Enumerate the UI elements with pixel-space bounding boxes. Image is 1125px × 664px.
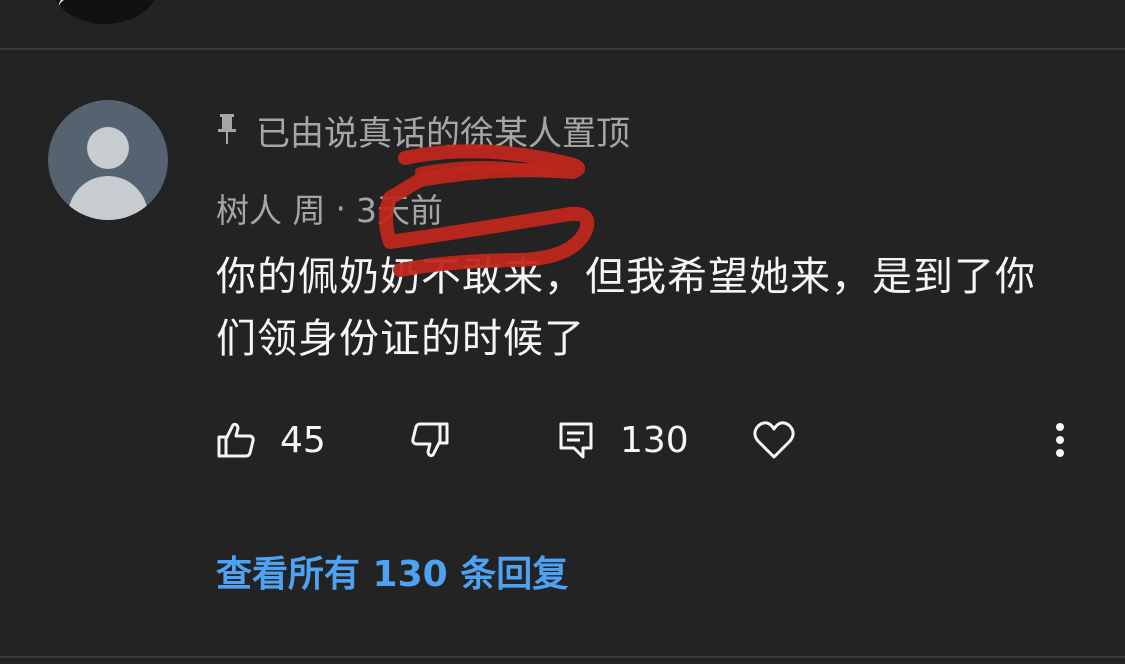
comment-actions: 45 130 — [216, 414, 1086, 466]
like-button[interactable]: 45 — [216, 414, 326, 466]
comment-text: 你的佩奶奶不敢来，但我希望她来，是到了你们领身份证的时候了 — [216, 254, 1036, 362]
thumbs-up-icon — [216, 420, 256, 460]
more-options-button[interactable] — [1054, 414, 1066, 466]
like-count: 45 — [280, 419, 326, 461]
reply-button[interactable]: 130 — [556, 414, 689, 466]
comment-meta: 树人 周 · 3天前 — [216, 184, 443, 232]
heart-icon — [752, 420, 796, 460]
pinned-label: 已由说真话的徐某人置顶 — [216, 108, 630, 154]
avatar-head-shape — [87, 127, 129, 169]
more-vertical-icon — [1054, 420, 1066, 460]
previous-comment-avatar[interactable] — [50, 0, 160, 24]
divider — [0, 48, 1125, 50]
view-replies-link[interactable]: 查看所有 130 条回复 — [216, 546, 568, 596]
pin-icon — [216, 113, 238, 147]
heart-button[interactable] — [752, 414, 796, 466]
divider — [0, 656, 1125, 658]
avatar-graphic — [55, 0, 151, 24]
pinned-text: 已由说真话的徐某人置顶 — [256, 113, 630, 154]
comment-author[interactable]: 树人 周 — [216, 184, 326, 232]
dislike-button[interactable] — [410, 414, 450, 466]
reply-count: 130 — [620, 419, 689, 461]
avatar[interactable] — [48, 100, 168, 220]
meta-separator: · — [335, 188, 347, 228]
avatar-body-shape — [68, 176, 148, 220]
comment-screen: 已由说真话的徐某人置顶 树人 周 · 3天前 你的佩奶奶不敢来，但我希望她来，是… — [0, 0, 1125, 664]
thumbs-down-icon — [410, 420, 450, 460]
comment-time[interactable]: 3天前 — [356, 184, 443, 232]
reply-icon — [556, 420, 596, 460]
